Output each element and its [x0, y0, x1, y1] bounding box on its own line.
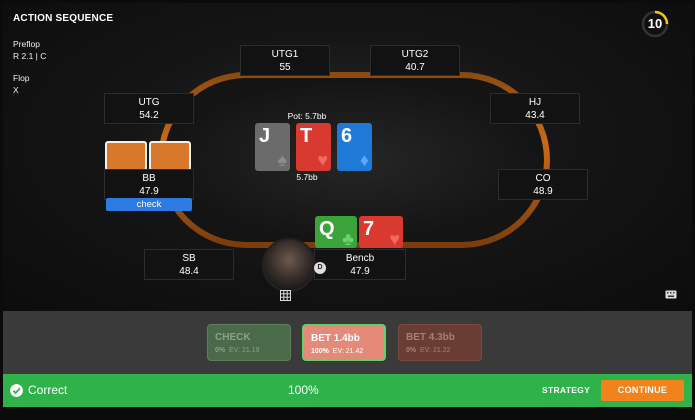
seat-name: Bencb — [345, 253, 375, 264]
board-card: 6 ♦ — [337, 123, 372, 171]
check-circle-icon — [10, 384, 23, 397]
seat-stack: 55 — [279, 62, 291, 73]
seat-stack: 47.9 — [350, 266, 370, 277]
bet-small-action-button[interactable]: BET 1.4bb 100% EV: 21.42 — [302, 324, 386, 361]
seat-name: SB — [182, 253, 196, 264]
sequence-street-flop: Flop — [13, 73, 30, 83]
check-action-button[interactable]: CHECK 0% EV: 21.19 — [207, 324, 291, 361]
seat-utg2: UTG2 40.7 — [370, 45, 460, 76]
heart-icon: ♥ — [389, 229, 400, 249]
action-stats: 0% EV: 21.19 — [215, 347, 260, 354]
seat-hj: HJ 43.4 — [490, 93, 580, 124]
bet-large-action-button[interactable]: BET 4.3bb 0% EV: 21.22 — [398, 324, 482, 361]
action-stats: 100% EV: 21.42 — [311, 348, 364, 355]
bb-action-badge: check — [106, 198, 192, 211]
bottom-strip — [0, 407, 695, 420]
card-rank: T — [300, 125, 313, 147]
seat-stack: 43.4 — [525, 110, 545, 121]
hero-card: 7 ♥ — [359, 216, 403, 248]
hero-avatar — [262, 238, 316, 292]
action-label: BET 4.3bb — [406, 332, 455, 343]
seat-stack: 54.2 — [139, 110, 159, 121]
diamond-icon: ♦ — [359, 150, 369, 170]
continue-button[interactable]: CONTINUE — [601, 380, 684, 401]
action-label: BET 1.4bb — [311, 333, 360, 344]
keyboard-icon[interactable] — [665, 290, 677, 299]
board-card: J ♠ — [255, 123, 290, 171]
bb-card-back — [149, 141, 191, 171]
result-percent: 100% — [288, 383, 319, 397]
seat-name: UTG1 — [271, 49, 299, 60]
seat-bb: BB 47.9 — [104, 169, 194, 200]
seat-sb: SB 48.4 — [144, 249, 234, 280]
card-rank: J — [259, 125, 271, 147]
card-rank: 7 — [363, 218, 375, 240]
seat-name: CO — [535, 173, 551, 184]
dealer-button-icon: D — [314, 262, 326, 274]
seat-utg: UTG 54.2 — [104, 93, 194, 124]
card-rank: 6 — [341, 125, 353, 147]
seat-co: CO 48.9 — [498, 169, 588, 200]
board-card: T ♥ — [296, 123, 331, 171]
seat-hero: Bencb 47.9 — [314, 249, 406, 280]
seat-utg1: UTG1 55 — [240, 45, 330, 76]
sequence-actions-flop: X — [13, 85, 19, 95]
seat-stack: 40.7 — [405, 62, 425, 73]
pot-amount: 5.7bb — [296, 172, 318, 182]
result-label: Correct — [28, 383, 68, 397]
card-rank: Q — [319, 218, 335, 240]
action-sequence-title: ACTION SEQUENCE — [13, 13, 114, 24]
seat-stack: 48.9 — [533, 186, 553, 197]
grid-icon[interactable] — [280, 290, 291, 301]
action-label: CHECK — [215, 332, 251, 343]
heart-icon: ♥ — [317, 150, 328, 170]
sequence-actions-preflop: R 2.1 | C — [13, 51, 47, 61]
spade-icon: ♠ — [277, 150, 287, 170]
action-stats: 0% EV: 21.22 — [406, 347, 451, 354]
hero-card: Q ♣ — [315, 216, 357, 248]
seat-name: BB — [142, 173, 156, 184]
pot-label: Pot: 5.7bb — [287, 111, 327, 121]
seat-name: UTG2 — [401, 49, 429, 60]
seat-name: HJ — [528, 97, 542, 108]
seat-name: UTG — [138, 97, 160, 108]
bb-card-back — [105, 141, 147, 171]
seat-stack: 47.9 — [139, 186, 159, 197]
club-icon: ♣ — [342, 229, 354, 249]
strategy-link[interactable]: STRATEGY — [542, 385, 590, 395]
seat-stack: 48.4 — [179, 266, 199, 277]
sequence-street-preflop: Preflop — [13, 39, 40, 49]
timer-value: 10 — [647, 16, 663, 31]
